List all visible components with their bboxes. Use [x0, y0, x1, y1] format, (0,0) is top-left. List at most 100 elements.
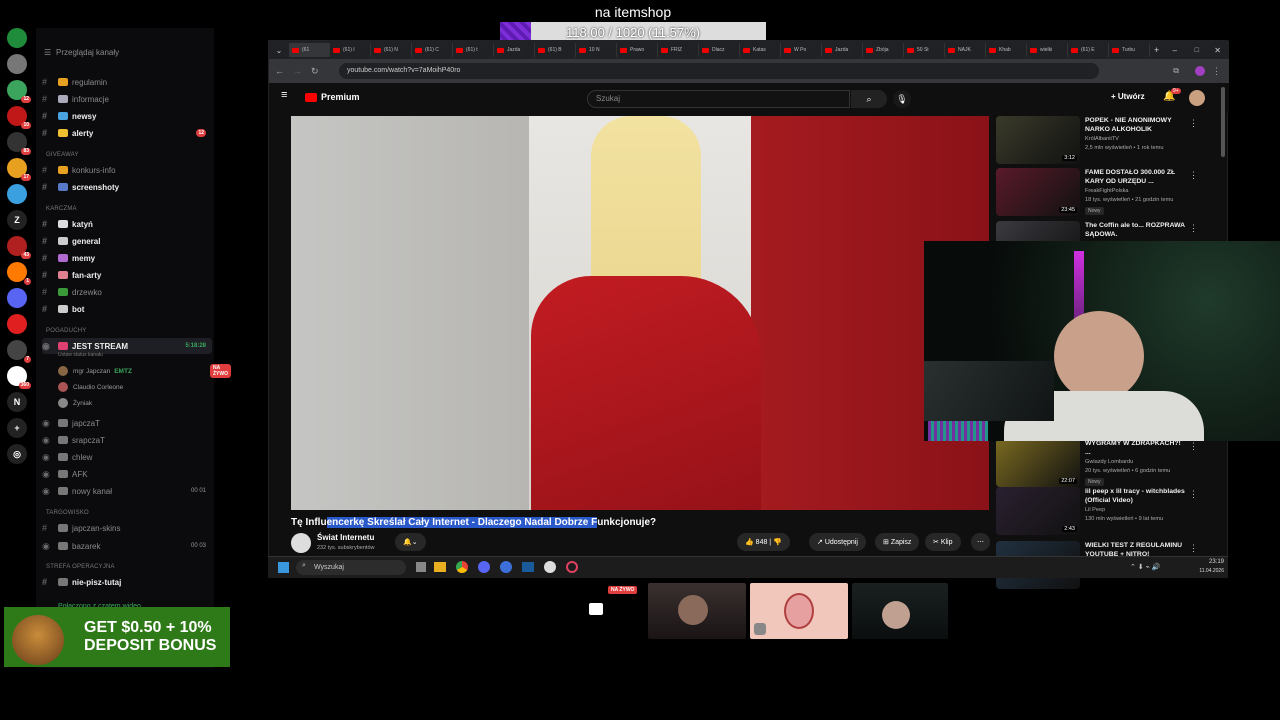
deposit-bonus-ad[interactable]: GET $0.50 + 10% DEPOSIT BONUS: [4, 607, 230, 667]
video-title[interactable]: The Coffin ale to... ROZPRAWA SĄDOWA.: [1085, 221, 1185, 239]
server-icon[interactable]: N: [7, 392, 27, 412]
avatar-feed[interactable]: [750, 583, 848, 639]
more-options-icon[interactable]: ⋮: [1189, 441, 1198, 452]
obs-icon[interactable]: [544, 561, 556, 573]
close-icon[interactable]: ✕: [1214, 46, 1221, 55]
channel-srapczat[interactable]: ◉ srapczaT: [42, 432, 212, 448]
video-title[interactable]: FAME DOSTAŁO 300.000 ZŁ KARY OD URZĘDU .…: [1085, 168, 1185, 186]
voice-status[interactable]: Ustaw status kanału: [58, 348, 103, 362]
browser-tab[interactable]: (61) E: [1068, 43, 1109, 57]
search-icon[interactable]: ⌕: [851, 90, 887, 108]
video-title[interactable]: WYGRAMY W ZDRAPKACH?! ...: [1085, 439, 1185, 457]
server-icon[interactable]: 360: [7, 366, 31, 389]
channel-nie-pisz-tutaj[interactable]: # nie-pisz-tutaj: [42, 574, 212, 590]
channel-drzewko[interactable]: # drzewko: [42, 284, 212, 300]
browser-tab[interactable]: Khab: [986, 43, 1027, 57]
server-icon[interactable]: [7, 54, 27, 74]
category-strefa[interactable]: STREFA OPERACYJNA: [46, 564, 115, 570]
search-input[interactable]: Szukaj: [587, 90, 850, 108]
server-icon[interactable]: [7, 288, 27, 308]
channel-alerty[interactable]: # alerty 12: [42, 125, 212, 141]
minimize-icon[interactable]: –: [1173, 46, 1177, 55]
video-thumbnail[interactable]: 22:07: [996, 439, 1080, 487]
clock-date[interactable]: 11.04.2026: [1186, 568, 1224, 574]
profile-icon[interactable]: [1195, 66, 1205, 76]
channel-fan-arty[interactable]: # fan-arty: [42, 267, 212, 283]
category-header[interactable]: GIVEAWAY: [46, 152, 79, 158]
url-field[interactable]: youtube.com/watch?v=7aMoihP40ro: [339, 63, 1099, 79]
recommended-video[interactable]: 22:07 WYGRAMY W ZDRAPKACH?! ... Gwiazdy Lo…: [996, 439, 1216, 491]
back-icon[interactable]: ←: [275, 66, 284, 76]
browser-tab[interactable]: Prawo: [617, 43, 658, 57]
channel-regulamin[interactable]: # regulamin: [42, 74, 212, 90]
video-thumbnail[interactable]: 23:45: [996, 168, 1080, 216]
server-icon[interactable]: [7, 314, 27, 334]
video-channel[interactable]: Gwiazdy Lombardu: [1085, 459, 1133, 465]
server-icon[interactable]: ◎: [7, 444, 27, 464]
browser-tab[interactable]: Jazda: [822, 43, 863, 57]
app-icon[interactable]: [522, 562, 534, 572]
server-icon[interactable]: 10: [7, 106, 31, 129]
clip-button[interactable]: ✂ Klip: [925, 533, 961, 551]
channel-bazarek[interactable]: ◉ bazarek 00 03: [42, 538, 212, 554]
server-icon[interactable]: 7: [7, 340, 31, 363]
more-options-icon[interactable]: ⋮: [1189, 118, 1198, 129]
voice-user[interactable]: Żyniak: [58, 396, 92, 410]
browser-tab[interactable]: 10 N: [576, 43, 617, 57]
more-options-icon[interactable]: ⋮: [1189, 223, 1198, 234]
new-tab-icon[interactable]: +: [1154, 45, 1159, 55]
recommended-video[interactable]: 2:43 lil peep x lil tracy - witchblades (…: [996, 487, 1216, 539]
channel-avatar[interactable]: [291, 533, 311, 553]
youtube-brand[interactable]: Premium: [321, 92, 360, 102]
create-button[interactable]: + Utwórz: [1111, 92, 1145, 101]
account-avatar[interactable]: [1189, 90, 1205, 106]
tab-list-icon[interactable]: ⌄: [269, 46, 289, 55]
youtube-logo-icon[interactable]: [305, 93, 317, 102]
browser-tab[interactable]: (61) B: [535, 43, 576, 57]
video-thumbnail[interactable]: 2:43: [996, 487, 1080, 535]
channel-screenshoty[interactable]: # screenshoty: [42, 179, 212, 195]
windows-start-icon[interactable]: [278, 562, 289, 573]
more-options-icon[interactable]: ⋮: [1189, 489, 1198, 500]
server-icon[interactable]: 43: [7, 236, 31, 259]
video-player[interactable]: [291, 116, 989, 510]
recommended-video[interactable]: 23:45 FAME DOSTAŁO 300.000 ZŁ KARY OD URZ…: [996, 168, 1216, 220]
channel-nowy kanał[interactable]: ◉ nowy kanał 00 01: [42, 483, 212, 499]
video-title[interactable]: lil peep x lil tracy - witchblades (Offi…: [1085, 487, 1185, 505]
file-explorer-icon[interactable]: [434, 562, 446, 572]
category-header[interactable]: KARCZMA: [46, 206, 77, 212]
channel-general[interactable]: # general: [42, 233, 212, 249]
discord-icon[interactable]: [478, 561, 490, 573]
browser-tab[interactable]: (61) I: [330, 43, 371, 57]
browser-tab[interactable]: Turbu: [1109, 43, 1150, 57]
category-header[interactable]: POGADUCHY: [46, 328, 86, 334]
more-options-icon[interactable]: ⋮: [1189, 543, 1198, 554]
voice-user[interactable]: mgr Japczan EMTZ NA ŻYWO: [58, 364, 231, 378]
category-targowisko[interactable]: TARGOWISKO: [46, 510, 89, 516]
app-icon[interactable]: [566, 561, 578, 573]
save-button[interactable]: ⊞ Zapisz: [875, 533, 920, 551]
browser-tab[interactable]: Katas: [740, 43, 781, 57]
channel-bot[interactable]: # bot: [42, 301, 212, 317]
server-icon[interactable]: [7, 184, 27, 204]
app-icon[interactable]: [500, 561, 512, 573]
hamburger-icon[interactable]: ≡: [281, 89, 287, 101]
server-icon[interactable]: Z: [7, 210, 27, 230]
video-title[interactable]: POPEK - NIE ANONIMOWY NARKO ALKOHOLIK: [1085, 116, 1185, 134]
browser-tab[interactable]: (61) N: [371, 43, 412, 57]
server-icon[interactable]: 17: [7, 158, 31, 181]
task-view-icon[interactable]: [416, 562, 426, 572]
browser-tab[interactable]: Zbója: [863, 43, 904, 57]
menu-icon[interactable]: ⋮: [1212, 66, 1221, 77]
video-channel[interactable]: KrólAlbaniiTV: [1085, 136, 1119, 142]
browser-tab[interactable]: W Po: [781, 43, 822, 57]
maximize-icon[interactable]: □: [1195, 47, 1199, 54]
server-icon[interactable]: 12: [7, 80, 31, 103]
subscribe-bell-button[interactable]: 🔔⌄: [395, 533, 426, 551]
clock-time[interactable]: 23:19: [1188, 559, 1224, 565]
browse-channels[interactable]: ☰ Przeglądaj kanały: [44, 44, 214, 60]
browser-tab[interactable]: Jazda: [494, 43, 535, 57]
scrollbar[interactable]: [1221, 87, 1225, 157]
server-icon[interactable]: 83: [7, 132, 31, 155]
channel-japczan-skins[interactable]: # japczan-skins: [42, 520, 212, 536]
